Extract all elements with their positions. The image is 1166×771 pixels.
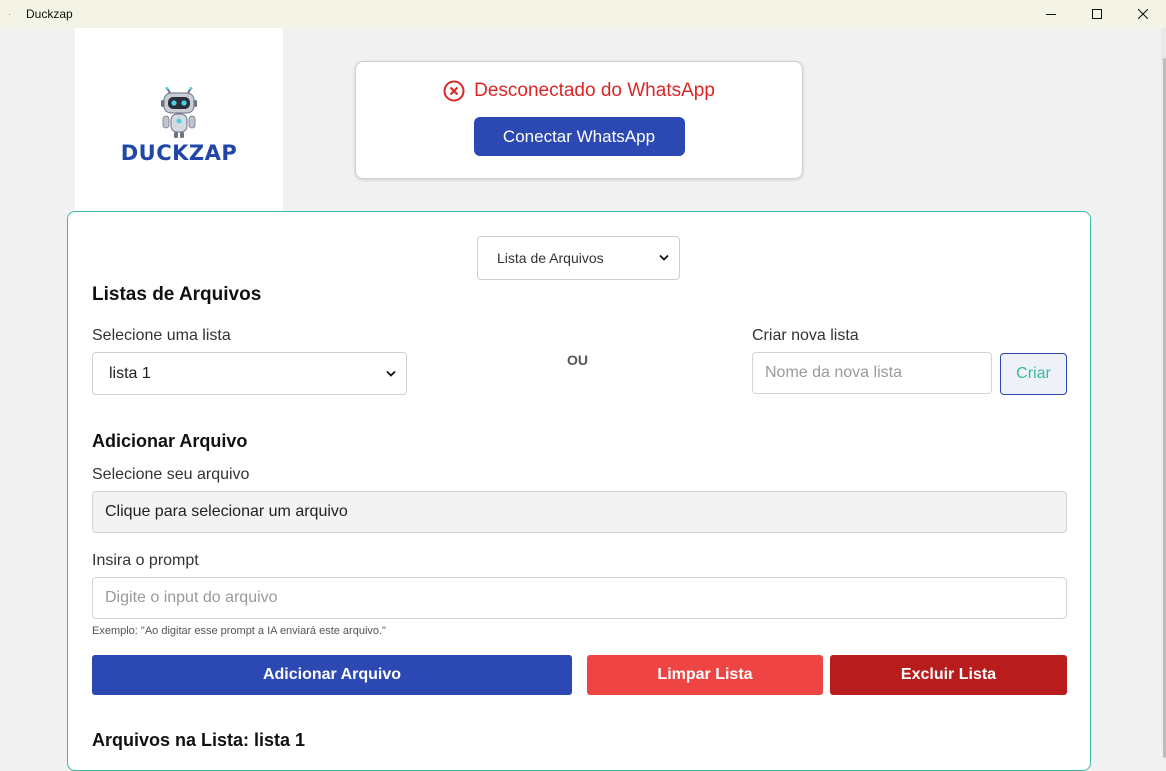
connection-status: Desconectado do WhatsApp [443, 80, 715, 102]
app-icon: · [8, 9, 11, 19]
connect-whatsapp-button[interactable]: Conectar WhatsApp [473, 117, 685, 156]
logo-panel: DUCKZAP [75, 28, 283, 218]
connection-status-card: Desconectado do WhatsApp Conectar WhatsA… [355, 61, 803, 179]
list-select[interactable]: lista 1 [92, 352, 407, 395]
window-title: Duckzap [26, 7, 73, 21]
file-picker[interactable]: Clique para selecionar um arquivo [92, 491, 1067, 533]
chevron-down-icon [659, 254, 669, 261]
close-icon [1138, 9, 1148, 19]
vertical-scrollbar[interactable] [1161, 28, 1166, 758]
create-list-button[interactable]: Criar [1000, 353, 1067, 395]
window-controls [1028, 0, 1166, 28]
prompt-label: Insira o prompt [92, 552, 199, 569]
error-circle-icon [443, 80, 465, 102]
select-file-label: Selecione seu arquivo [92, 466, 250, 483]
maximize-button[interactable] [1074, 0, 1120, 28]
files-in-list-heading: Arquivos na Lista: lista 1 [92, 730, 306, 750]
minimize-button[interactable] [1028, 0, 1074, 28]
prompt-hint: Exemplo: "Ao digitar esse prompt a IA en… [92, 625, 386, 637]
close-window-button[interactable] [1120, 0, 1166, 28]
mode-select[interactable]: Lista de Arquivos [477, 236, 680, 280]
new-list-name-input[interactable]: Nome da nova lista [752, 352, 992, 394]
add-file-heading: Adicionar Arquivo [92, 431, 248, 451]
prompt-input[interactable]: Digite o input do arquivo [92, 577, 1067, 619]
create-list-label: Criar nova lista [752, 327, 859, 344]
connection-status-text: Desconectado do WhatsApp [474, 80, 715, 101]
window-titlebar: · Duckzap [0, 0, 1166, 28]
lists-heading: Listas de Arquivos [92, 284, 262, 305]
or-separator: OU [567, 352, 588, 368]
robot-logo-icon [161, 87, 197, 138]
select-list-label: Selecione uma lista [92, 327, 231, 344]
list-select-value: lista 1 [109, 364, 151, 382]
add-file-button[interactable]: Adicionar Arquivo [92, 655, 572, 695]
delete-list-button[interactable]: Excluir Lista [830, 655, 1067, 695]
chevron-down-icon [386, 370, 396, 377]
mode-select-value: Lista de Arquivos [497, 250, 604, 266]
maximize-icon [1092, 9, 1102, 19]
minimize-icon [1046, 14, 1056, 15]
main-card: Lista de Arquivos Listas de Arquivos Sel… [67, 211, 1091, 771]
logo-text: DUCKZAP [120, 141, 238, 165]
clear-list-button[interactable]: Limpar Lista [587, 655, 823, 695]
